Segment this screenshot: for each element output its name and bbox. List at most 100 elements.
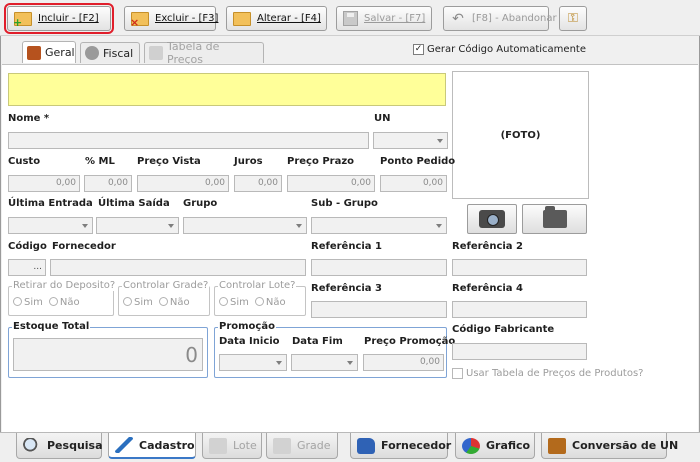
camera-icon: [479, 210, 505, 228]
nome-label: Nome *: [8, 113, 50, 124]
referencia1-field[interactable]: [311, 259, 447, 276]
toolbar: + Incluir - [F2] × Excluir - [F3] Altera…: [0, 0, 700, 36]
preco-promocao-label: Preço Promoção: [364, 336, 456, 347]
grade-sim-radio[interactable]: Sim: [123, 297, 153, 308]
keys-button[interactable]: ⚿: [559, 6, 587, 31]
tab-tabela-precos[interactable]: Tabela de Preços: [144, 40, 264, 66]
foto-panel[interactable]: (FOTO): [452, 71, 589, 199]
lote-sim-radio[interactable]: Sim: [219, 297, 249, 308]
tab-grade[interactable]: Grade: [266, 433, 338, 459]
estoque-total-value: 0: [13, 338, 203, 371]
preco-prazo-field[interactable]: 0,00: [287, 175, 375, 192]
save-disk-icon: [343, 11, 358, 26]
custo-label: Custo: [8, 156, 41, 167]
data-fim-combo[interactable]: [291, 354, 358, 371]
usar-tabela-checkbox-row[interactable]: Usar Tabela de Preços de Produtos?: [452, 368, 643, 379]
ultima-entrada-combo[interactable]: [8, 217, 93, 234]
delete-folder-icon: ×: [130, 11, 149, 28]
un-combo[interactable]: [373, 132, 448, 149]
codigo-field[interactable]: ...: [8, 259, 46, 276]
referencia4-label: Referência 4: [452, 283, 523, 294]
conversion-icon: [548, 437, 566, 454]
abandonar-button[interactable]: ↶ [F8] - Abandonar: [443, 6, 557, 31]
tab-fiscal[interactable]: Fiscal: [80, 42, 140, 63]
ultima-entrada-label: Última Entrada: [8, 198, 93, 209]
grupo-combo[interactable]: [183, 217, 307, 234]
codigo-fabricante-field[interactable]: [452, 343, 587, 360]
grade-nao-radio[interactable]: Não: [158, 297, 190, 308]
un-label: UN: [374, 113, 391, 124]
ponto-pedido-label: Ponto Pedido: [380, 156, 456, 167]
preco-prazo-label: Preço Prazo: [287, 156, 355, 167]
tab-fornecedor[interactable]: Fornecedor: [350, 433, 451, 459]
retirar-sim-radio[interactable]: Sim: [13, 297, 43, 308]
sub-grupo-label: Sub - Grupo: [311, 198, 378, 209]
pen-icon: [115, 437, 133, 453]
magnifier-icon: [23, 437, 41, 454]
top-tabs: Geral Fiscal Tabela de Preços: [0, 38, 700, 66]
preco-promocao-field[interactable]: 0,00: [363, 354, 444, 371]
codigo-fabricante-label: Código Fabricante: [452, 324, 555, 335]
grupo-label: Grupo: [183, 198, 218, 209]
geral-icon: [27, 45, 41, 60]
undo-icon: ↶: [452, 10, 464, 27]
keys-icon: ⚿: [568, 10, 578, 26]
referencia2-field[interactable]: [452, 259, 587, 276]
tab-lote[interactable]: Lote: [202, 433, 262, 459]
fornecedor-field[interactable]: [50, 259, 306, 276]
gear-icon: [85, 46, 99, 60]
alterar-button[interactable]: Alterar - [F4]: [226, 6, 327, 31]
tab-conversao-un[interactable]: Conversão de UN: [541, 433, 678, 459]
promocao-group: Promoção Data Inicio Data Fim Preço Prom…: [214, 321, 455, 378]
truck-icon: [357, 437, 375, 454]
gerar-codigo-checkbox-row[interactable]: ✓ Gerar Código Automaticamente: [412, 44, 586, 55]
grade-icon: [273, 437, 291, 454]
camera-button[interactable]: [467, 204, 517, 234]
tab-pesquisa[interactable]: Pesquisa: [16, 433, 103, 459]
edit-folder-icon: [233, 11, 251, 26]
form-panel: (FOTO) Nome * UN Custo % ML Preço Vista …: [2, 64, 698, 432]
gerar-codigo-checkbox[interactable]: ✓: [412, 44, 424, 55]
ultima-saida-combo[interactable]: [96, 217, 179, 234]
fornecedor-label: Fornecedor: [52, 241, 116, 252]
photo-folder-icon: [542, 206, 567, 228]
juros-label: Juros: [234, 156, 263, 167]
custo-field[interactable]: 0,00: [8, 175, 80, 192]
data-fim-label: Data Fim: [292, 336, 343, 347]
usar-tabela-checkbox[interactable]: [452, 368, 463, 379]
preco-vista-label: Preço Vista: [137, 156, 201, 167]
data-inicio-combo[interactable]: [219, 354, 287, 371]
referencia2-label: Referência 2: [452, 241, 523, 252]
tab-geral[interactable]: Geral: [22, 41, 76, 63]
salvar-button[interactable]: Salvar - [F7]: [336, 6, 432, 31]
bottom-tabs: Pesquisa Cadastro Lote Grade Fornecedor …: [0, 432, 700, 462]
retirar-deposito-group: Retirar do Deposito? Sim Não: [8, 280, 117, 316]
referencia4-field[interactable]: [452, 301, 587, 318]
sub-grupo-combo[interactable]: [311, 217, 447, 234]
juros-field[interactable]: 0,00: [234, 175, 282, 192]
tab-cadastro[interactable]: Cadastro: [108, 433, 196, 459]
load-photo-button[interactable]: [522, 204, 587, 234]
referencia3-label: Referência 3: [311, 283, 382, 294]
ponto-pedido-field[interactable]: 0,00: [380, 175, 447, 192]
preco-vista-field[interactable]: 0,00: [137, 175, 229, 192]
ultima-saida-label: Última Saída: [98, 198, 170, 209]
pie-chart-icon: [462, 437, 480, 454]
ml-label: % ML: [85, 156, 115, 167]
controlar-lote-group: Controlar Lote? Sim Não: [214, 280, 306, 316]
add-folder-icon: +: [13, 11, 32, 28]
codigo-label: Código: [8, 241, 47, 252]
ml-field[interactable]: 0,00: [84, 175, 132, 192]
referencia1-label: Referência 1: [311, 241, 382, 252]
estoque-total-group: Estoque Total 0: [8, 321, 208, 378]
data-inicio-label: Data Inicio: [219, 336, 280, 347]
tab-grafico[interactable]: Grafico: [455, 433, 535, 459]
excluir-button[interactable]: × Excluir - [F3]: [124, 6, 218, 31]
referencia3-field[interactable]: [311, 301, 447, 318]
nome-field[interactable]: [8, 132, 369, 149]
price-table-icon: [149, 46, 163, 60]
lote-nao-radio[interactable]: Não: [254, 297, 286, 308]
incluir-button[interactable]: + Incluir - [F2]: [4, 3, 114, 34]
retirar-nao-radio[interactable]: Não: [48, 297, 80, 308]
codigo-barras-field[interactable]: [8, 73, 446, 106]
